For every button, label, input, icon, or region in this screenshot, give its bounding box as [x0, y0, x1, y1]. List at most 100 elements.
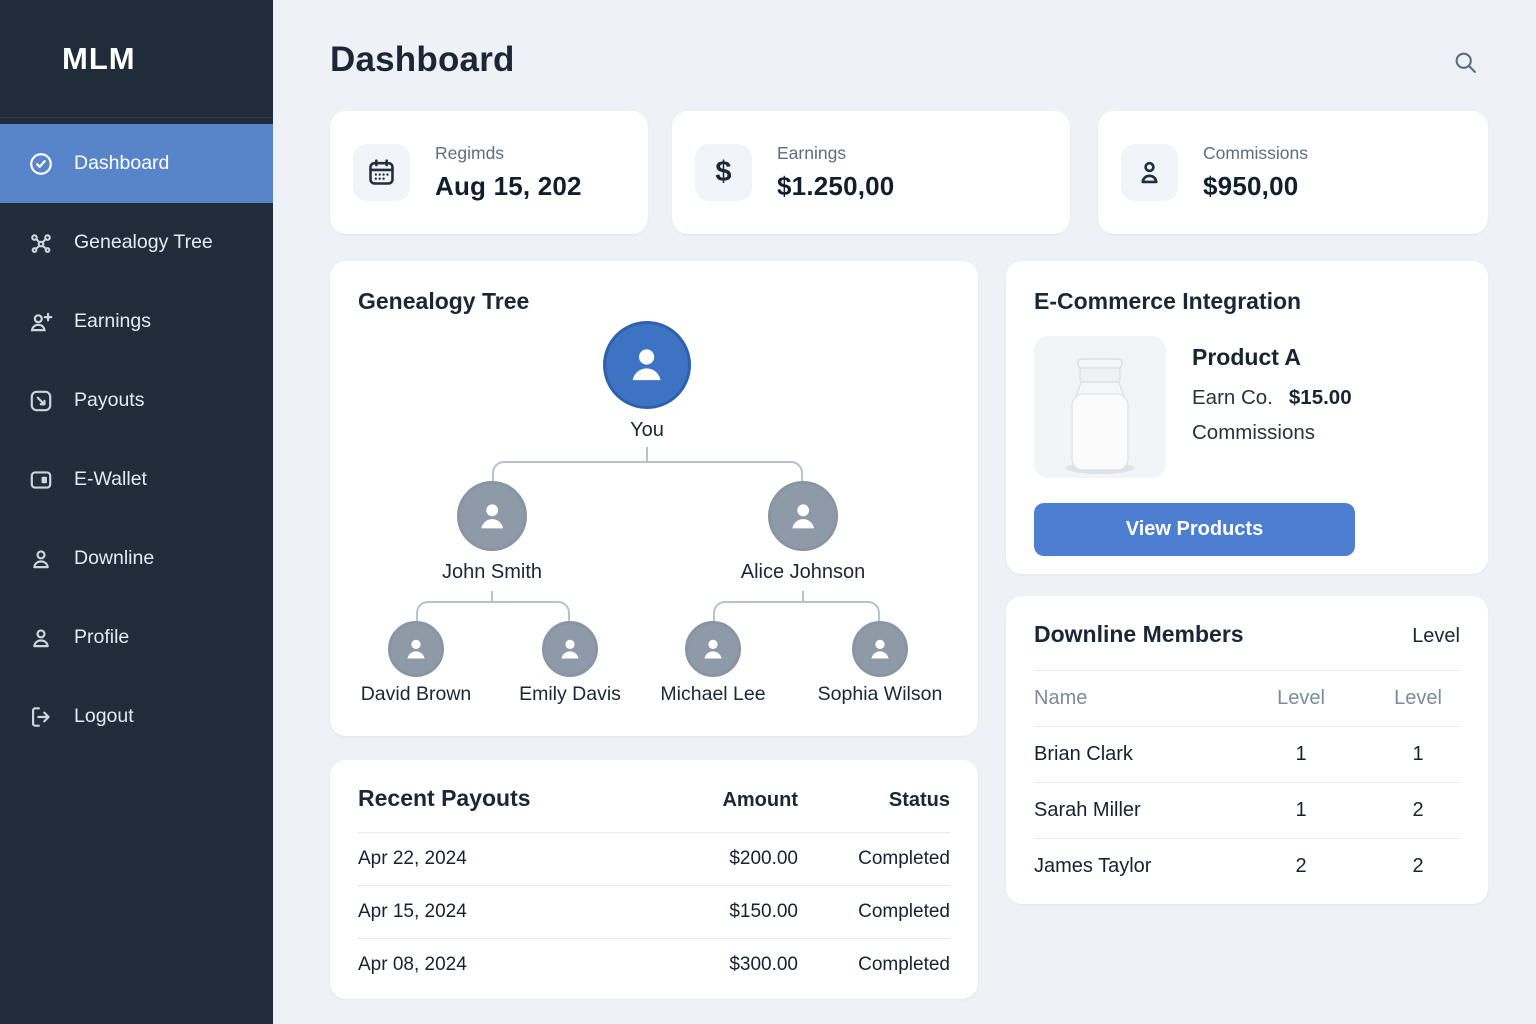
tree-connector-bracket: [713, 601, 880, 621]
tree-connector-stem: [802, 591, 804, 601]
sidebar-item-label: E-Wallet: [74, 468, 147, 491]
stat-label: Earnings: [777, 143, 894, 164]
logout-icon: [28, 704, 54, 730]
payout-status: Completed: [798, 954, 950, 976]
downline-header: Downline Members Level: [1034, 621, 1460, 670]
stat-text: Commissions $950,00: [1203, 143, 1308, 202]
tree-node-you[interactable]: [603, 321, 691, 409]
recent-payouts-card: Recent Payouts Amount Status Apr 22, 202…: [330, 760, 978, 999]
payout-status: Completed: [798, 848, 950, 870]
member-level-2: 1: [1376, 743, 1460, 766]
avatar-person-icon: [401, 634, 431, 664]
tree-connector-bracket: [416, 601, 570, 621]
sidebar-item-label: Dashboard: [74, 152, 169, 175]
user-icon: [28, 625, 54, 651]
sidebar-item-label: Downline: [74, 547, 154, 570]
downline-header-level: Level: [1412, 625, 1460, 648]
sidebar-item-genealogy-tree[interactable]: Genealogy Tree: [0, 203, 273, 282]
tree-connector-bracket: [492, 461, 803, 481]
avatar-person-icon: [473, 497, 511, 535]
tree-node-alice-johnson[interactable]: [768, 481, 838, 551]
sidebar-item-label: Payouts: [74, 389, 144, 412]
product-name: Product A: [1192, 344, 1352, 371]
genealogy-tree-card: Genealogy Tree You John Smith: [330, 261, 978, 736]
tree-node-emily-davis[interactable]: [542, 621, 598, 677]
genealogy-tree-title: Genealogy Tree: [358, 288, 950, 315]
stat-label: Commissions: [1203, 143, 1308, 164]
stat-card-earnings: $ Earnings $1.250,00: [672, 111, 1070, 234]
payout-arrow-icon: [28, 388, 54, 414]
product-vendor-price: Earn Co.$15.00: [1192, 386, 1352, 410]
sidebar-item-downline[interactable]: Downline: [0, 519, 273, 598]
tree-node-john-smith[interactable]: [457, 481, 527, 551]
member-level-2: 2: [1376, 799, 1460, 822]
person-icon: [1121, 144, 1178, 201]
product-vendor: Earn Co.: [1192, 386, 1273, 409]
stat-value: Aug 15, 202: [435, 171, 582, 202]
topbar: Dashboard: [330, 40, 1488, 80]
downline-members-card: Downline Members Level Name Level Level …: [1006, 596, 1488, 904]
sidebar-item-logout[interactable]: Logout: [0, 677, 273, 756]
column-header-status: Status: [798, 789, 950, 812]
tree-node-label: Michael Lee: [660, 683, 765, 706]
ecommerce-card: E-Commerce Integration Product A: [1006, 261, 1488, 574]
page-title: Dashboard: [330, 40, 515, 80]
stat-label: Regimds: [435, 143, 582, 164]
sidebar-item-profile[interactable]: Profile: [0, 598, 273, 677]
view-products-button[interactable]: View Products: [1034, 503, 1355, 556]
table-row: James Taylor 2 2: [1034, 838, 1460, 894]
dollar-glyph: $: [715, 156, 731, 189]
sidebar: MLM Dashboard Genealogy Tree Earnings Pa…: [0, 0, 273, 1024]
user-icon: [28, 546, 54, 572]
product-image-bottle: [1034, 336, 1166, 478]
table-row: Apr 15, 2024 $150.00 Completed: [358, 885, 950, 938]
payout-date: Apr 08, 2024: [358, 954, 628, 976]
member-level-1: 1: [1226, 799, 1376, 822]
column-header-name: Name: [1034, 687, 1226, 710]
avatar-person-icon: [555, 634, 585, 664]
column-header-level-1: Level: [1226, 687, 1376, 710]
genealogy-tree: You John Smith Alice Johnson: [358, 321, 950, 711]
ecommerce-title: E-Commerce Integration: [1034, 288, 1460, 315]
tree-node-david-brown[interactable]: [388, 621, 444, 677]
avatar-person-icon: [784, 497, 822, 535]
member-level-1: 2: [1226, 855, 1376, 878]
downline-title: Downline Members: [1034, 621, 1244, 648]
network-icon: [28, 230, 54, 256]
member-name: Brian Clark: [1034, 743, 1226, 766]
sidebar-nav: Dashboard Genealogy Tree Earnings Payout…: [0, 124, 273, 756]
stat-text: Regimds Aug 15, 202: [435, 143, 582, 202]
tree-connector-stem: [646, 447, 648, 461]
table-row: Apr 08, 2024 $300.00 Completed: [358, 938, 950, 991]
stat-cards-row: Regimds Aug 15, 202 $ Earnings $1.250,00…: [330, 111, 1488, 234]
payout-amount: $200.00: [628, 848, 798, 870]
table-row: Brian Clark 1 1: [1034, 726, 1460, 782]
product-note: Commissions: [1192, 421, 1352, 445]
payout-date: Apr 22, 2024: [358, 848, 628, 870]
sidebar-item-e-wallet[interactable]: E-Wallet: [0, 440, 273, 519]
member-name: Sarah Miller: [1034, 799, 1226, 822]
avatar-person-icon: [865, 634, 895, 664]
sidebar-item-earnings[interactable]: Earnings: [0, 282, 273, 361]
recent-payouts-title: Recent Payouts: [358, 785, 628, 812]
column-header-amount: Amount: [628, 789, 798, 812]
payout-date: Apr 15, 2024: [358, 901, 628, 923]
sidebar-item-dashboard[interactable]: Dashboard: [0, 124, 273, 203]
tree-node-michael-lee[interactable]: [685, 621, 741, 677]
sidebar-item-label: Profile: [74, 626, 129, 649]
tree-connector-stem: [491, 591, 493, 601]
payout-status: Completed: [798, 901, 950, 923]
search-icon[interactable]: [1453, 50, 1478, 75]
calendar-icon: [353, 144, 410, 201]
member-level-2: 2: [1376, 855, 1460, 878]
tree-node-label: Emily Davis: [519, 683, 621, 706]
downline-column-headers: Name Level Level: [1034, 670, 1460, 726]
supplement-bottle-graphic: [1052, 350, 1148, 478]
product-row: Product A Earn Co.$15.00 Commissions: [1034, 336, 1460, 478]
tree-node-label: You: [630, 419, 664, 442]
app-logo: MLM: [0, 0, 273, 118]
tree-node-label: Sophia Wilson: [818, 683, 943, 706]
tree-node-sophia-wilson[interactable]: [852, 621, 908, 677]
avatar-person-icon: [622, 340, 671, 389]
sidebar-item-payouts[interactable]: Payouts: [0, 361, 273, 440]
